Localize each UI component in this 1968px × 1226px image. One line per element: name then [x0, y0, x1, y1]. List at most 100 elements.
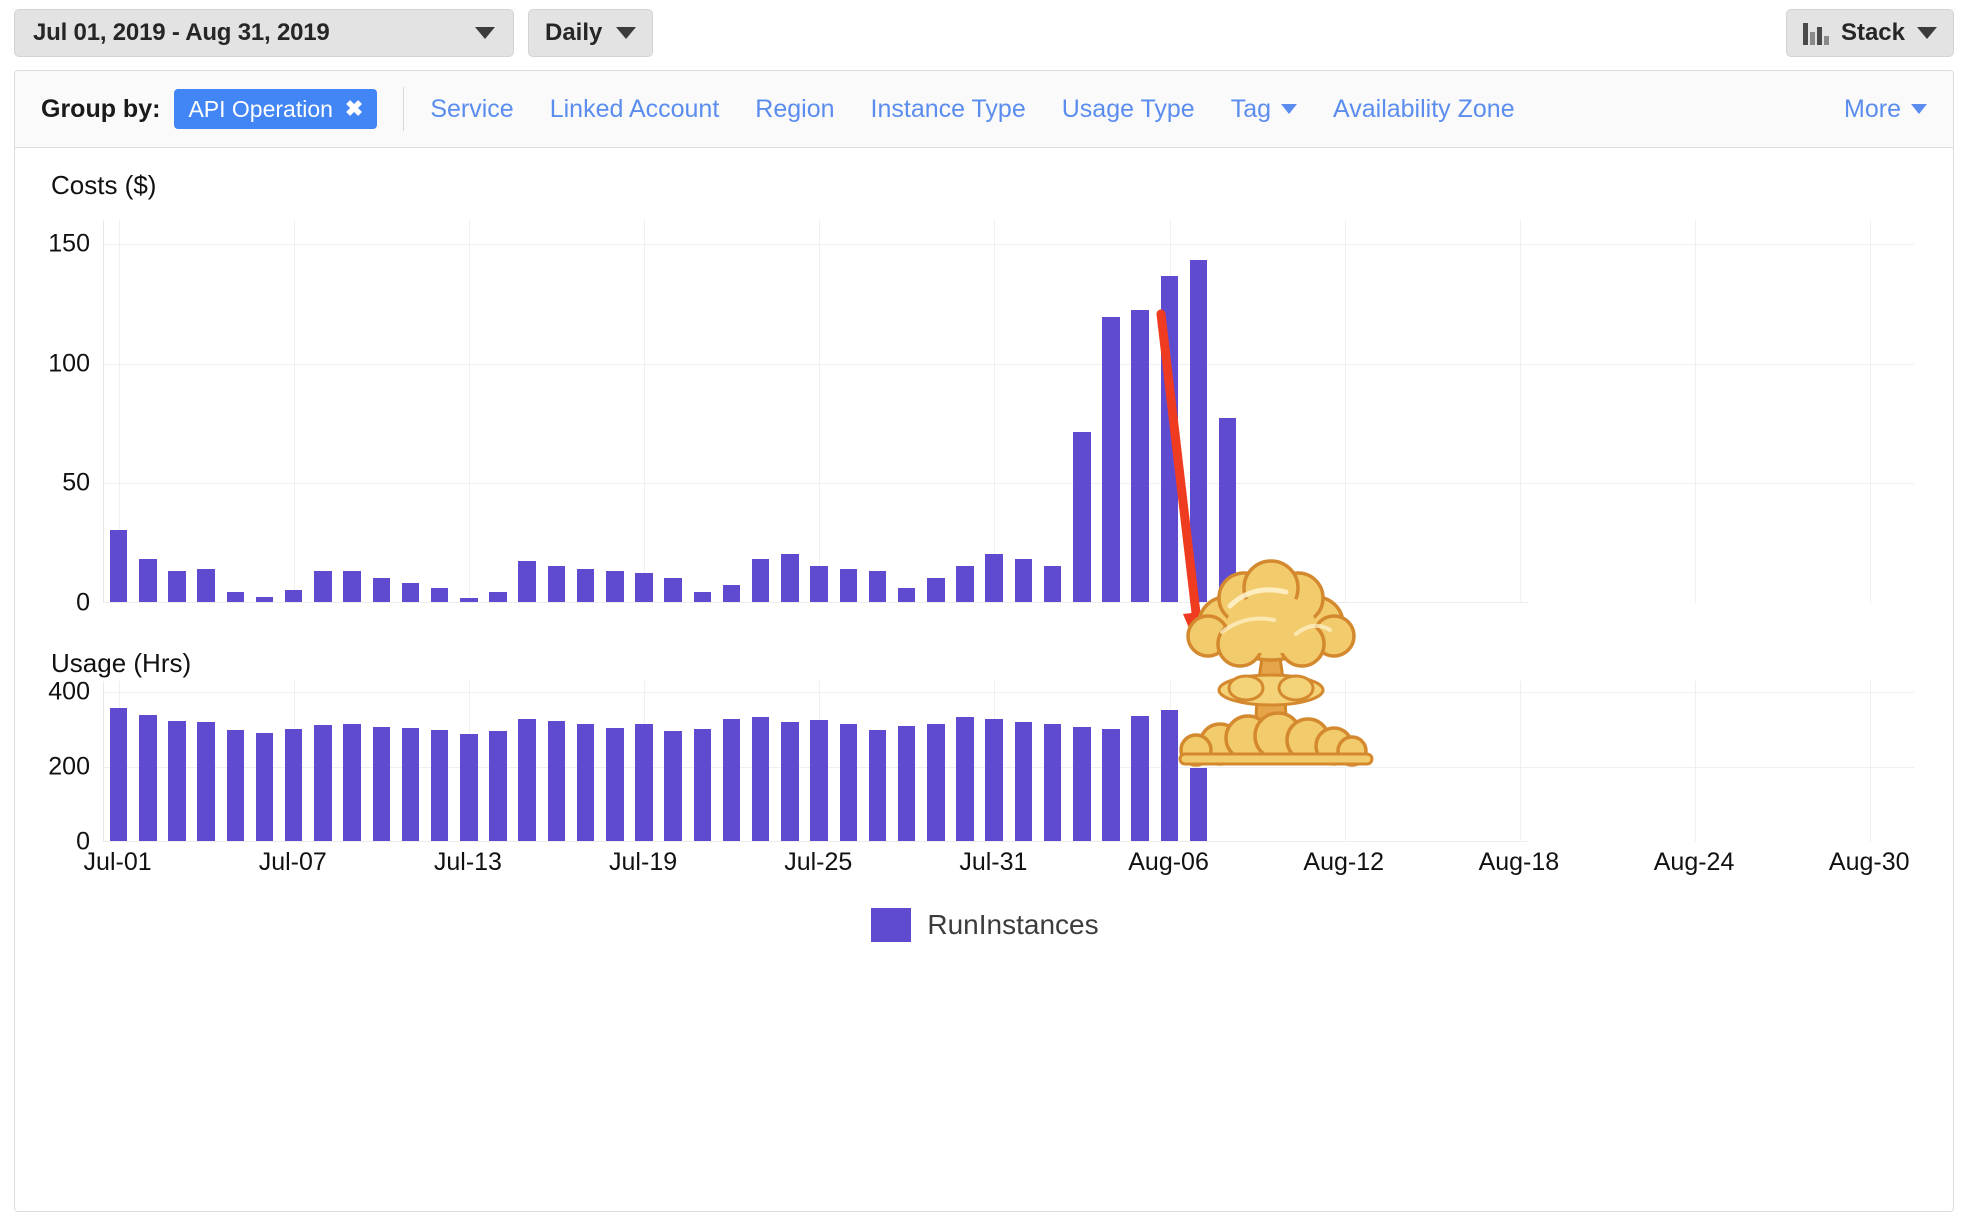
bar[interactable]	[868, 729, 887, 841]
bar[interactable]	[693, 592, 712, 602]
bar[interactable]	[284, 729, 303, 841]
bar[interactable]	[985, 554, 1003, 602]
bar[interactable]	[722, 719, 741, 841]
bar[interactable]	[1043, 724, 1062, 841]
bar[interactable]	[751, 558, 770, 602]
bar[interactable]	[197, 568, 215, 602]
group-by-option-instance-type[interactable]: Instance Type	[871, 95, 1026, 124]
bar[interactable]	[810, 566, 828, 602]
bar[interactable]	[430, 729, 449, 841]
bar[interactable]	[1189, 768, 1208, 841]
bar[interactable]	[1189, 259, 1208, 602]
bar[interactable]	[430, 587, 449, 602]
bar[interactable]	[635, 724, 653, 841]
bar[interactable]	[839, 724, 858, 841]
bar[interactable]	[781, 554, 799, 602]
bar[interactable]	[839, 568, 858, 602]
bar[interactable]	[372, 726, 391, 841]
bar[interactable]	[547, 721, 566, 841]
bar[interactable]	[1218, 417, 1237, 602]
bar[interactable]	[518, 561, 536, 602]
bar[interactable]	[139, 558, 157, 602]
bar[interactable]	[1073, 726, 1091, 841]
bar[interactable]	[927, 723, 945, 841]
costs-chart-plot[interactable]: 0 50 100 150	[48, 220, 1914, 617]
bar[interactable]	[197, 722, 215, 841]
close-icon[interactable]: ✖	[345, 98, 363, 120]
bar[interactable]	[576, 568, 595, 602]
bar[interactable]	[314, 724, 332, 841]
bar[interactable]	[751, 717, 770, 841]
bar[interactable]	[810, 720, 828, 841]
bar[interactable]	[255, 597, 274, 602]
group-by-chip-api-operation[interactable]: API Operation ✖	[174, 89, 378, 129]
bar[interactable]	[284, 590, 303, 602]
bar[interactable]	[1131, 716, 1149, 841]
bar[interactable]	[547, 566, 566, 602]
bar[interactable]	[401, 582, 420, 602]
bar[interactable]	[664, 578, 682, 602]
bar[interactable]	[897, 726, 916, 841]
bar[interactable]	[606, 570, 624, 602]
group-by-option-tag[interactable]: Tag	[1231, 95, 1298, 124]
bar[interactable]	[985, 719, 1003, 841]
bar[interactable]	[722, 585, 741, 602]
bar[interactable]	[635, 573, 653, 602]
group-by-bar: Group by: API Operation ✖ Service Linked …	[14, 70, 1954, 148]
bar[interactable]	[956, 717, 974, 841]
group-by-option-usage-type[interactable]: Usage Type	[1062, 95, 1195, 124]
bar[interactable]	[226, 592, 245, 602]
bar[interactable]	[606, 727, 624, 841]
bar[interactable]	[1102, 317, 1120, 602]
bar-column-empty	[1826, 220, 1855, 602]
bar[interactable]	[343, 723, 361, 841]
bar[interactable]	[1131, 309, 1149, 602]
toolbar: Jul 01, 2019 - Aug 31, 2019 Daily Stack	[0, 0, 1968, 65]
bar[interactable]	[109, 708, 128, 841]
usage-chart-plot[interactable]: 0 200 400	[48, 678, 1914, 856]
bar[interactable]	[956, 566, 974, 602]
bar[interactable]	[576, 723, 595, 841]
bar[interactable]	[489, 592, 507, 602]
bar[interactable]	[314, 570, 332, 602]
bar[interactable]	[1043, 566, 1062, 602]
bar[interactable]	[343, 570, 361, 602]
bar[interactable]	[372, 578, 391, 602]
bar-column-empty	[1826, 681, 1855, 841]
bar[interactable]	[460, 733, 478, 841]
date-range-button[interactable]: Jul 01, 2019 - Aug 31, 2019	[14, 8, 514, 57]
bar[interactable]	[1014, 721, 1033, 841]
bar-column	[600, 681, 629, 841]
bar[interactable]	[518, 719, 536, 841]
bar[interactable]	[664, 731, 682, 841]
group-by-more[interactable]: More	[1844, 95, 1927, 124]
bar[interactable]	[781, 721, 799, 841]
bar[interactable]	[1160, 709, 1179, 841]
group-by-option-region[interactable]: Region	[755, 95, 834, 124]
x-axis-ticks: Jul-01 Jul-07 Jul-13 Jul-19 Jul-25 Jul-31 Aug-…	[84, 848, 1913, 888]
bar[interactable]	[168, 721, 186, 841]
bar[interactable]	[897, 587, 916, 602]
bar[interactable]	[226, 730, 245, 841]
bar[interactable]	[868, 570, 887, 602]
stack-button[interactable]: Stack	[1785, 8, 1954, 57]
bar[interactable]	[401, 728, 420, 841]
bar-column-empty	[1651, 220, 1680, 602]
bar[interactable]	[1073, 432, 1091, 602]
bar[interactable]	[460, 598, 478, 602]
y-axis-tick: 100	[48, 349, 90, 378]
bar[interactable]	[1102, 728, 1120, 841]
bar[interactable]	[139, 714, 157, 841]
bar[interactable]	[255, 732, 274, 841]
bar[interactable]	[1014, 558, 1033, 602]
group-by-option-availability-zone[interactable]: Availability Zone	[1333, 95, 1515, 124]
bar[interactable]	[1160, 276, 1179, 602]
bar[interactable]	[168, 570, 186, 602]
group-by-option-linked-account[interactable]: Linked Account	[550, 95, 720, 124]
bar[interactable]	[109, 530, 128, 602]
bar[interactable]	[927, 578, 945, 602]
bar[interactable]	[693, 728, 712, 841]
bar[interactable]	[489, 730, 507, 841]
group-by-option-service[interactable]: Service	[430, 95, 513, 124]
granularity-button[interactable]: Daily	[528, 8, 654, 57]
